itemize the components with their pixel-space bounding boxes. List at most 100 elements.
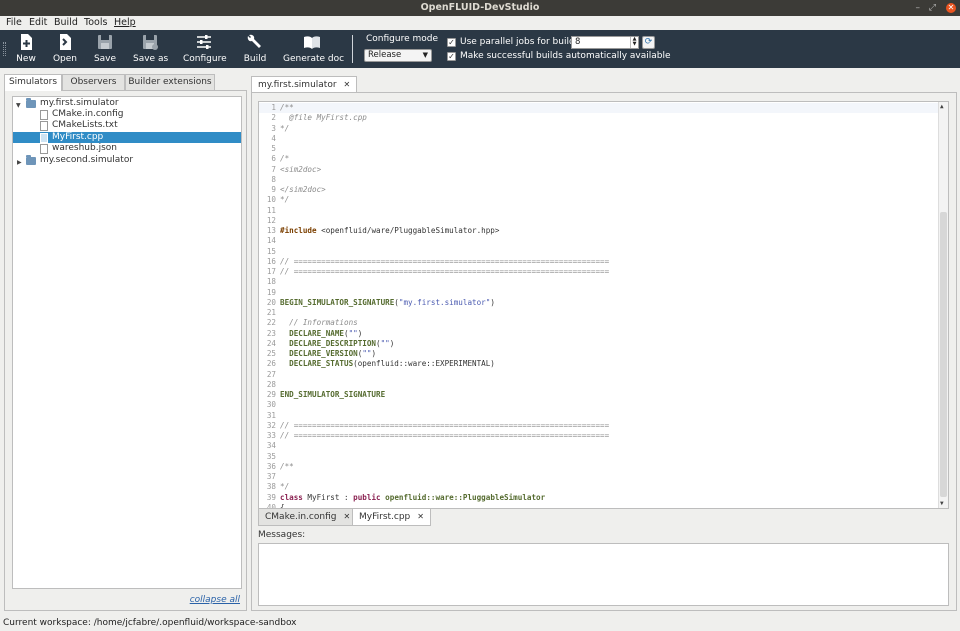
generate-doc-button-label: Generate doc [283,54,345,64]
code-text: DECLARE_VERSION("") [280,349,376,359]
build-button[interactable]: Build [242,33,268,64]
line-number: 14 [266,236,276,246]
line-number: 2 [271,113,276,123]
line-number: 6 [271,154,276,164]
save-button[interactable]: Save [93,33,117,64]
tab-label: CMake.in.config [265,512,337,522]
scroll-down-icon[interactable]: ▼ [940,500,944,507]
tree-item-label: my.second.simulator [40,155,134,165]
code-text: */ [280,195,289,205]
parallel-jobs-value: 8 [575,37,581,47]
save-as-button-label: Save as [133,54,169,64]
line-number: 11 [266,205,276,215]
menu-file[interactable]: File [6,17,22,28]
scroll-up-icon[interactable]: ▲ [940,103,944,110]
open-button-label: Open [52,54,78,64]
line-number: 34 [266,441,276,451]
code-token: // Informations [280,318,358,328]
parallel-jobs-spinbox[interactable]: 8 ▲ ▼ [571,36,639,49]
line-number: 10 [266,195,276,205]
ware-tree[interactable]: ▼ my.first.simulator CMake.in.config CMa… [12,96,242,589]
close-tab-icon[interactable]: ✕ [417,512,424,521]
status-bar: Current workspace: /home/jcfabre/.openfl… [0,615,960,631]
code-line: 33 // ===================================… [259,431,939,441]
save-as-icon [143,35,158,50]
code-line: 17 // ===================================… [259,267,939,277]
code-line: 37 [259,472,939,482]
new-button[interactable]: New [14,33,38,64]
code-token: // =====================================… [280,420,610,430]
tab-simulators[interactable]: Simulators [4,74,62,91]
minimize-icon[interactable]: – [916,2,921,14]
save-icon [98,35,112,49]
code-token: "" [380,338,390,348]
code-token: */ [280,123,290,133]
tree-file-cmakelists[interactable]: CMakeLists.txt [13,120,241,131]
code-line: 2 @file MyFirst.cpp [259,113,939,123]
code-token: ) [357,328,363,338]
auto-available-checkbox[interactable]: ✓ [447,52,456,61]
configure-mode-select[interactable]: Release ▼ [364,49,432,62]
code-line: 16 // ===================================… [259,257,939,267]
code-token: /** [280,461,294,471]
menu-edit[interactable]: Edit [29,17,47,28]
messages-output[interactable] [258,543,949,606]
spin-arrows-icon[interactable]: ▲ ▼ [630,37,638,48]
code-token: ) [389,338,395,348]
configure-button[interactable]: Configure [183,33,227,64]
code-token: */ [280,195,290,205]
line-number: 32 [266,420,276,430]
chevron-down-icon: ▼ [422,51,428,59]
line-number: 28 [266,379,276,389]
tree-file-cmake-in-config[interactable]: CMake.in.config [13,109,241,120]
line-number: 29 [266,390,276,399]
restore-icon[interactable]: ⤢ [929,2,936,14]
code-text: // =====================================… [280,421,609,431]
tab-observers[interactable]: Observers [62,74,125,90]
tab-myfirst-cpp[interactable]: MyFirst.cpp ✕ [352,509,431,526]
tree-item-label: my.first.simulator [40,98,119,108]
line-number: 31 [266,410,276,420]
tab-cmake-in-config[interactable]: CMake.in.config ✕ [258,509,358,526]
collapsed-arrow-icon[interactable]: ▶ [17,157,22,168]
close-tab-icon[interactable]: ✕ [344,80,351,89]
wrench-icon [247,34,261,48]
tree-folder-my-first-simulator[interactable]: ▼ my.first.simulator [13,98,241,109]
code-line: 5 [259,144,939,154]
line-number: 24 [266,338,276,348]
open-file-icon [60,34,71,50]
book-icon [304,36,320,49]
menu-build[interactable]: Build [54,17,78,28]
code-editor[interactable]: 1/** 2 @file MyFirst.cpp 3 */4 5 6/* 7 <sim2doc… [258,101,949,509]
parallel-jobs-checkbox[interactable]: ✓ [447,38,456,47]
configure-mode-value: Release [368,50,402,60]
tab-builder-extensions[interactable]: Builder extensions [125,74,215,90]
scrollbar-thumb[interactable] [940,212,947,497]
save-as-button[interactable]: Save as [133,33,169,64]
code-token: END_SIMULATOR_SIGNATURE [280,390,386,399]
generate-doc-button[interactable]: Generate doc [283,33,345,64]
code-token: #include [280,226,317,235]
close-icon[interactable]: ✕ [946,3,956,13]
simulators-tab-body: ▼ my.first.simulator CMake.in.config CMa… [4,90,247,611]
code-token: public [353,492,381,502]
close-tab-icon[interactable]: ✕ [343,512,350,521]
code-text: */ [280,482,289,492]
code-token: ) [490,297,495,307]
tree-item-label: CMakeLists.txt [52,120,118,130]
tab-my-first-simulator[interactable]: my.first.simulator ✕ [251,76,358,92]
menu-tools[interactable]: Tools [84,17,107,28]
code-text: /* [280,154,289,164]
code-token: DECLARE_DESCRIPTION [280,338,377,348]
reset-jobs-button[interactable]: ⟳ [642,36,655,49]
open-button[interactable]: Open [52,33,78,64]
menu-help[interactable]: Help [114,17,136,28]
tree-file-wareshub-json[interactable]: wareshub.json [13,143,241,154]
tree-folder-my-second-simulator[interactable]: ▶ my.second.simulator [13,155,241,166]
tree-file-myfirst-cpp[interactable]: MyFirst.cpp [13,132,241,143]
collapse-all-link[interactable]: collapse all [190,595,240,605]
toolbar-grip[interactable] [3,42,6,56]
editor-scrollbar[interactable]: ▲ ▼ [938,102,948,508]
code-line: 39 class MyFirst : public openfluid::ware… [259,493,939,503]
code-line: 12 [259,216,939,226]
